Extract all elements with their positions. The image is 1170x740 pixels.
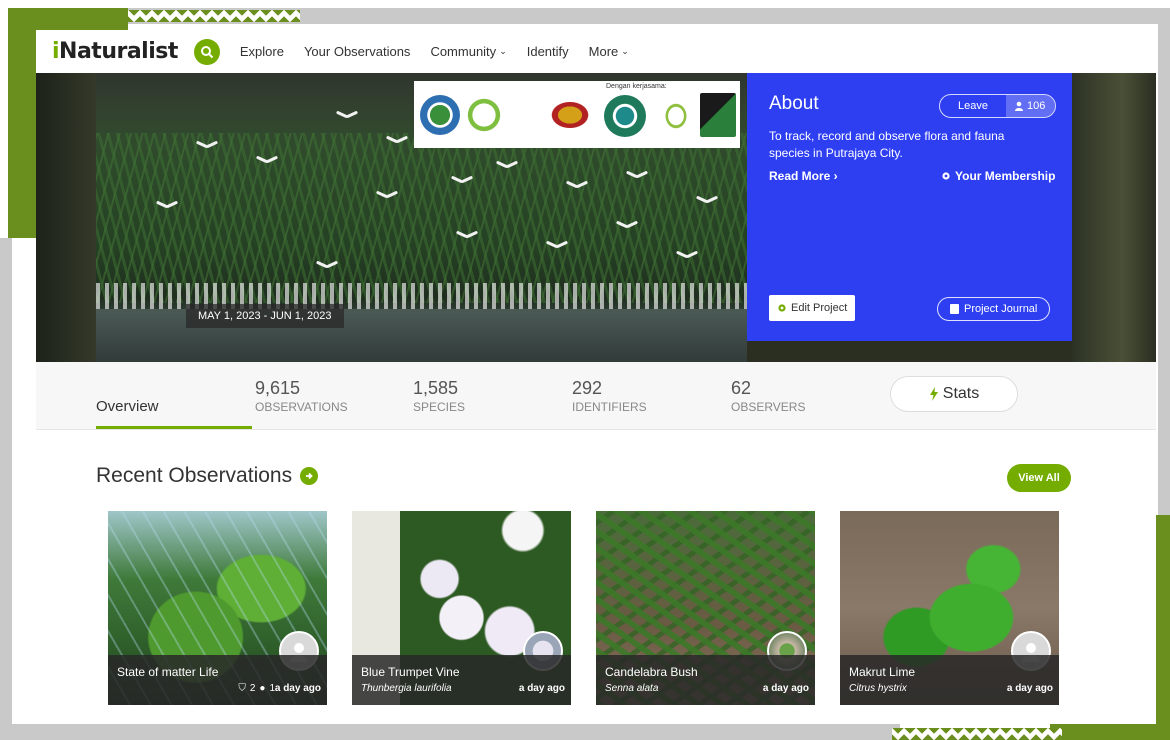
observation-card[interactable]: Makrut Lime Citrus hystrix a day ago [840, 511, 1059, 705]
lightning-icon [929, 387, 938, 401]
observation-info: State of matter Life ⛉ 2 ● 1 a day ago [108, 655, 327, 705]
egret-bird [336, 113, 358, 121]
perhilitan-logo [700, 93, 736, 137]
project-description: To track, record and observe flora and f… [769, 129, 1005, 160]
hero-backdrop-right [1072, 73, 1156, 362]
gear-icon [942, 172, 950, 180]
observation-scientific-name: Thunbergia laurifolia [361, 683, 452, 694]
observation-scientific-name: Senna alata [605, 683, 659, 694]
inaturalist-logo[interactable]: iNaturalist [52, 39, 178, 64]
sponsor-logo-2 [464, 95, 504, 135]
frim-logo [604, 95, 646, 137]
egret-bird [376, 193, 398, 201]
stat-species[interactable]: 1,585 SPECIES [413, 378, 465, 414]
observation-time: a day ago [1006, 683, 1053, 694]
sponsor-logos-banner: Dengan kerjasama: [414, 81, 740, 148]
egret-bird [316, 263, 338, 271]
egret-bird [256, 158, 278, 166]
egret-bird [386, 138, 408, 146]
sponsor-logo-5 [658, 95, 694, 137]
observation-card[interactable]: Blue Trumpet Vine Thunbergia laurifolia … [352, 511, 571, 705]
view-all-button[interactable]: View All [1007, 464, 1071, 492]
edit-project-button[interactable]: Edit Project [769, 295, 856, 321]
nav-your-observations[interactable]: Your Observations [304, 44, 410, 59]
membership-controls: Leave 106 [939, 94, 1057, 118]
observation-taxon-name: Makrut Lime [849, 665, 916, 679]
hero-backdrop-left [36, 73, 96, 362]
egret-bird [616, 223, 638, 231]
zigzag-decoration-top [128, 10, 300, 22]
observation-info: Candelabra Bush Senna alata a day ago [596, 655, 815, 705]
nav-identify[interactable]: Identify [527, 44, 569, 59]
project-journal-button[interactable]: Project Journal [937, 297, 1051, 321]
chevron-down-icon: ⌄ [499, 46, 507, 56]
observation-card[interactable]: Candelabra Bush Senna alata a day ago [596, 511, 815, 705]
arrow-right-circle-icon[interactable] [300, 467, 319, 485]
stat-observations[interactable]: 9,615 OBSERVATIONS [255, 378, 348, 414]
observation-card[interactable]: State of matter Life ⛉ 2 ● 1 a day ago [108, 511, 327, 705]
stat-observers[interactable]: 62 OBSERVERS [731, 378, 805, 414]
zigzag-decoration-bottom [892, 728, 1062, 740]
egret-bird [626, 173, 648, 181]
sponsor-caption: Dengan kerjasama: [606, 83, 667, 90]
project-header: MAY 1, 2023 - JUN 1, 2023 Dengan kerjasa… [36, 73, 1156, 362]
tab-overview[interactable]: Overview [96, 398, 159, 415]
observation-taxon-name: Blue Trumpet Vine [361, 665, 460, 679]
member-count[interactable]: 106 [1005, 95, 1056, 117]
chevron-down-icon: ⌄ [621, 46, 629, 56]
observation-time: a day ago [518, 683, 565, 694]
search-button[interactable] [193, 38, 220, 65]
observation-taxon-name: Candelabra Bush [605, 665, 698, 679]
egret-bird [546, 243, 568, 251]
stats-button[interactable]: Stats [890, 376, 1018, 412]
nav-community[interactable]: Community ⌄ [430, 44, 506, 59]
leave-button[interactable]: Leave [940, 95, 1006, 117]
frame-bottom-bar [0, 724, 900, 740]
observation-time: a day ago [762, 683, 809, 694]
egret-bird [696, 198, 718, 206]
user-icon [1014, 101, 1023, 111]
read-more-link[interactable]: Read More › [769, 169, 838, 183]
egret-bird [156, 203, 178, 211]
search-icon [200, 45, 214, 58]
project-page: iNaturalist Explore Your Observations Co… [36, 30, 1156, 724]
nav-explore[interactable]: Explore [240, 44, 284, 59]
observation-time: a day ago [274, 683, 321, 694]
egret-bird [196, 143, 218, 151]
active-tab-indicator [96, 426, 252, 429]
about-panel: About Leave 106 To track, record and obs… [747, 73, 1072, 341]
comment-icon: ● [259, 683, 266, 694]
egret-bird [451, 178, 473, 186]
book-icon [950, 304, 959, 314]
frame-left-bar [0, 238, 12, 724]
sponsor-logo-1 [420, 95, 460, 135]
nav-more[interactable]: More ⌄ [589, 44, 629, 59]
recent-observations-heading: Recent Observations [96, 464, 319, 488]
stat-identifiers[interactable]: 292 IDENTIFIERS [572, 378, 647, 414]
project-date-range: MAY 1, 2023 - JUN 1, 2023 [186, 304, 344, 328]
malaysia-crest-logo [542, 95, 598, 135]
gear-icon [778, 304, 786, 312]
observation-info: Blue Trumpet Vine Thunbergia laurifolia … [352, 655, 571, 705]
observation-counts: ⛉ 2 ● 1 [238, 683, 275, 694]
identification-icon: ⛉ [238, 683, 246, 694]
egret-bird [496, 163, 518, 171]
frame-right-bar [1158, 24, 1170, 524]
lily-foliage [96, 133, 747, 303]
observation-scientific-name: Citrus hystrix [849, 683, 907, 694]
egret-bird [456, 233, 478, 241]
egret-bird [676, 253, 698, 261]
your-membership-link[interactable]: Your Membership [941, 169, 1055, 183]
observation-info: Makrut Lime Citrus hystrix a day ago [840, 655, 1059, 705]
egret-bird [566, 183, 588, 191]
observation-taxon-name: State of matter Life [117, 665, 219, 679]
about-title: About [769, 93, 819, 114]
top-navbar: iNaturalist Explore Your Observations Co… [36, 30, 1156, 73]
project-stats-bar: Overview 9,615 OBSERVATIONS 1,585 SPECIE… [36, 362, 1156, 430]
